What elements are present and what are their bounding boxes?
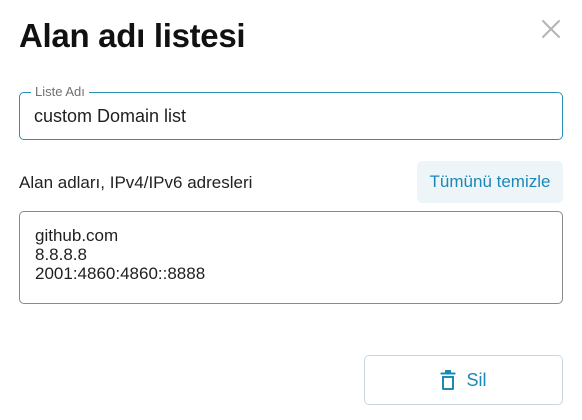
delete-button[interactable]: Sil <box>364 355 563 405</box>
list-name-field: Liste Adı <box>19 84 563 140</box>
list-name-label: Liste Adı <box>31 84 89 100</box>
delete-button-label: Sil <box>466 369 487 390</box>
domains-label: Alan adları, IPv4/IPv6 adresleri <box>19 173 253 192</box>
list-name-input[interactable] <box>34 106 544 127</box>
domains-textarea[interactable]: github.com 8.8.8.8 2001:4860:4860::8888 <box>19 211 563 304</box>
domain-list-dialog: Alan adı listesi Liste Adı Alan adları, … <box>0 0 582 420</box>
clear-all-button[interactable]: Tümünü temizle <box>417 161 563 203</box>
close-icon <box>540 18 562 40</box>
dialog-title: Alan adı listesi <box>19 17 246 54</box>
trash-icon <box>440 370 456 390</box>
close-button[interactable] <box>540 18 562 40</box>
